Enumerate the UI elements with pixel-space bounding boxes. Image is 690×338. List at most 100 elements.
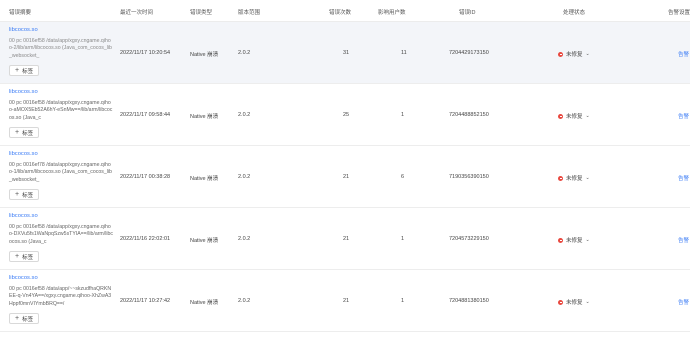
col-version: 版本范围	[238, 10, 261, 16]
table-row[interactable]: libcocos.so 00 pc 0016ef58 /data/app/xgx…	[0, 22, 690, 84]
status-dropdown[interactable]: 未修复 ⌄	[558, 112, 590, 120]
error-count: 21	[343, 298, 350, 304]
error-type: Native 崩溃	[190, 114, 219, 120]
status-label: 未修复	[566, 300, 583, 306]
error-id: 7204488852150	[449, 112, 489, 118]
error-count: 25	[343, 112, 350, 118]
add-tag-button[interactable]: + 标签	[9, 189, 40, 201]
stack-trace: 00 pc 0016ef58 /data/app/xgxy.cngame.qih…	[9, 100, 113, 121]
error-id: 7190356390150	[449, 174, 489, 180]
stack-trace: 00 pc 0016ef58 /data/app/xgxy.cngame.qih…	[9, 38, 112, 59]
col-count[interactable]: 错误次数	[329, 8, 351, 16]
last-time: 2022/11/17 10:20:54	[120, 50, 171, 56]
error-id: 7204429173150	[449, 50, 489, 56]
tag-button-label: 标签	[22, 68, 34, 75]
col-alert: 告警设置	[668, 10, 690, 16]
col-summary: 错误摘要	[9, 10, 32, 16]
error-count: 31	[343, 50, 350, 56]
status-error-icon	[558, 299, 563, 305]
stack-trace: 00 pc 0016ef78 /data/app/xgxy.cngame.qih…	[9, 162, 112, 183]
status-label: 未修复	[566, 114, 583, 120]
error-type: Native 崩溃	[190, 238, 219, 244]
error-id: 7204573229150	[449, 236, 489, 242]
add-tag-button[interactable]: + 标签	[9, 65, 40, 77]
error-summary: libcocos.so 00 pc 0016ef58 /data/app/xgx…	[9, 27, 113, 77]
chevron-down-icon: ⌄	[585, 299, 590, 305]
add-tag-button[interactable]: + 标签	[9, 313, 40, 325]
last-time: 2022/11/17 00:38:28	[120, 174, 171, 180]
tag-button-label: 标签	[22, 192, 34, 199]
affected-users: 1	[401, 236, 405, 242]
version-range: 2.0.2	[238, 112, 251, 118]
version-range: 2.0.2	[238, 236, 251, 242]
version-range: 2.0.2	[238, 50, 251, 56]
tag-button-label: 标签	[22, 316, 34, 323]
status-dropdown[interactable]: 未修复 ⌄	[558, 298, 590, 306]
add-tag-button[interactable]: + 标签	[9, 127, 40, 139]
affected-users: 1	[401, 298, 405, 304]
last-time: 2022/11/17 10:27:42	[120, 298, 171, 304]
plus-icon: +	[15, 315, 20, 323]
error-type: Native 崩溃	[190, 176, 219, 182]
status-error-icon	[558, 113, 563, 119]
library-link[interactable]: libcocos.so	[9, 27, 113, 33]
table-row[interactable]: libcocos.so 00 pc 0016ef78 /data/app/xgx…	[0, 146, 690, 208]
table-row[interactable]: libcocos.so 00 pc 0016ef58 /data/app/~~s…	[0, 270, 690, 332]
error-summary: libcocos.so 00 pc 0016ef58 /data/app/~~s…	[9, 275, 113, 325]
status-error-icon	[558, 175, 563, 181]
table-header: 错误摘要 最近一次时间 错误类型 版本范围 错误次数 影响用户数 错误ID 处理…	[0, 0, 690, 22]
alert-setting-link[interactable]: 告警	[678, 112, 689, 120]
version-range: 2.0.2	[238, 298, 251, 304]
error-summary: libcocos.so 00 pc 0016ef58 /data/app/xgx…	[9, 213, 113, 263]
alert-setting-link[interactable]: 告警	[678, 174, 689, 182]
version-range: 2.0.2	[238, 174, 251, 180]
library-link[interactable]: libcocos.so	[9, 151, 113, 157]
col-error-id: 错误ID	[459, 10, 476, 16]
library-link[interactable]: libcocos.so	[9, 213, 113, 219]
affected-users: 6	[401, 174, 405, 180]
alert-setting-link[interactable]: 告警	[678, 50, 689, 58]
status-dropdown[interactable]: 未修复 ⌄	[558, 236, 590, 244]
error-summary: libcocos.so 00 pc 0016ef78 /data/app/xgx…	[9, 151, 113, 201]
status-dropdown[interactable]: 未修复 ⌄	[558, 50, 590, 58]
error-type: Native 崩溃	[190, 300, 219, 306]
col-last-time[interactable]: 最近一次时间	[120, 8, 153, 16]
status-label: 未修复	[566, 238, 583, 244]
library-link[interactable]: libcocos.so	[9, 89, 113, 95]
chevron-down-icon: ⌄	[585, 113, 590, 119]
chevron-down-icon: ⌄	[585, 175, 590, 181]
affected-users: 1	[401, 112, 405, 118]
status-dropdown[interactable]: 未修复 ⌄	[558, 174, 590, 182]
status-label: 未修复	[566, 52, 583, 58]
status-error-icon	[558, 51, 563, 57]
col-type: 错误类型	[190, 10, 213, 16]
add-tag-button[interactable]: + 标签	[9, 251, 40, 263]
last-time: 2022/11/17 09:58:44	[120, 112, 171, 118]
error-summary: libcocos.so 00 pc 0016ef58 /data/app/xgx…	[9, 89, 113, 139]
plus-icon: +	[15, 253, 20, 261]
chevron-down-icon: ⌄	[585, 237, 590, 243]
alert-setting-link[interactable]: 告警	[678, 236, 689, 244]
error-count: 21	[343, 174, 350, 180]
plus-icon: +	[15, 67, 20, 75]
stack-trace: 00 pc 0016ef58 /data/app/~~skzudfhaQRKNE…	[9, 286, 112, 307]
status-label: 未修复	[566, 176, 583, 182]
tag-button-label: 标签	[22, 254, 34, 261]
table-row[interactable]: libcocos.so 00 pc 0016ef58 /data/app/xgx…	[0, 208, 690, 270]
plus-icon: +	[15, 191, 20, 199]
status-error-icon	[558, 237, 563, 243]
last-time: 2022/11/16 22:02:01	[120, 236, 171, 242]
chevron-down-icon: ⌄	[585, 51, 590, 57]
col-status: 处理状态	[563, 10, 586, 16]
plus-icon: +	[15, 129, 20, 137]
tag-button-label: 标签	[22, 130, 34, 137]
error-type: Native 崩溃	[190, 52, 219, 58]
stack-trace: 00 pc 0016ef58 /data/app/xgxy.cngame.qih…	[9, 224, 113, 245]
library-link[interactable]: libcocos.so	[9, 275, 113, 281]
col-users[interactable]: 影响用户数	[378, 8, 406, 16]
affected-users: 11	[401, 50, 407, 56]
error-count: 21	[343, 236, 350, 242]
error-id: 7204881380150	[449, 298, 489, 304]
table-row[interactable]: libcocos.so 00 pc 0016ef58 /data/app/xgx…	[0, 84, 690, 146]
alert-setting-link[interactable]: 告警	[678, 298, 689, 306]
